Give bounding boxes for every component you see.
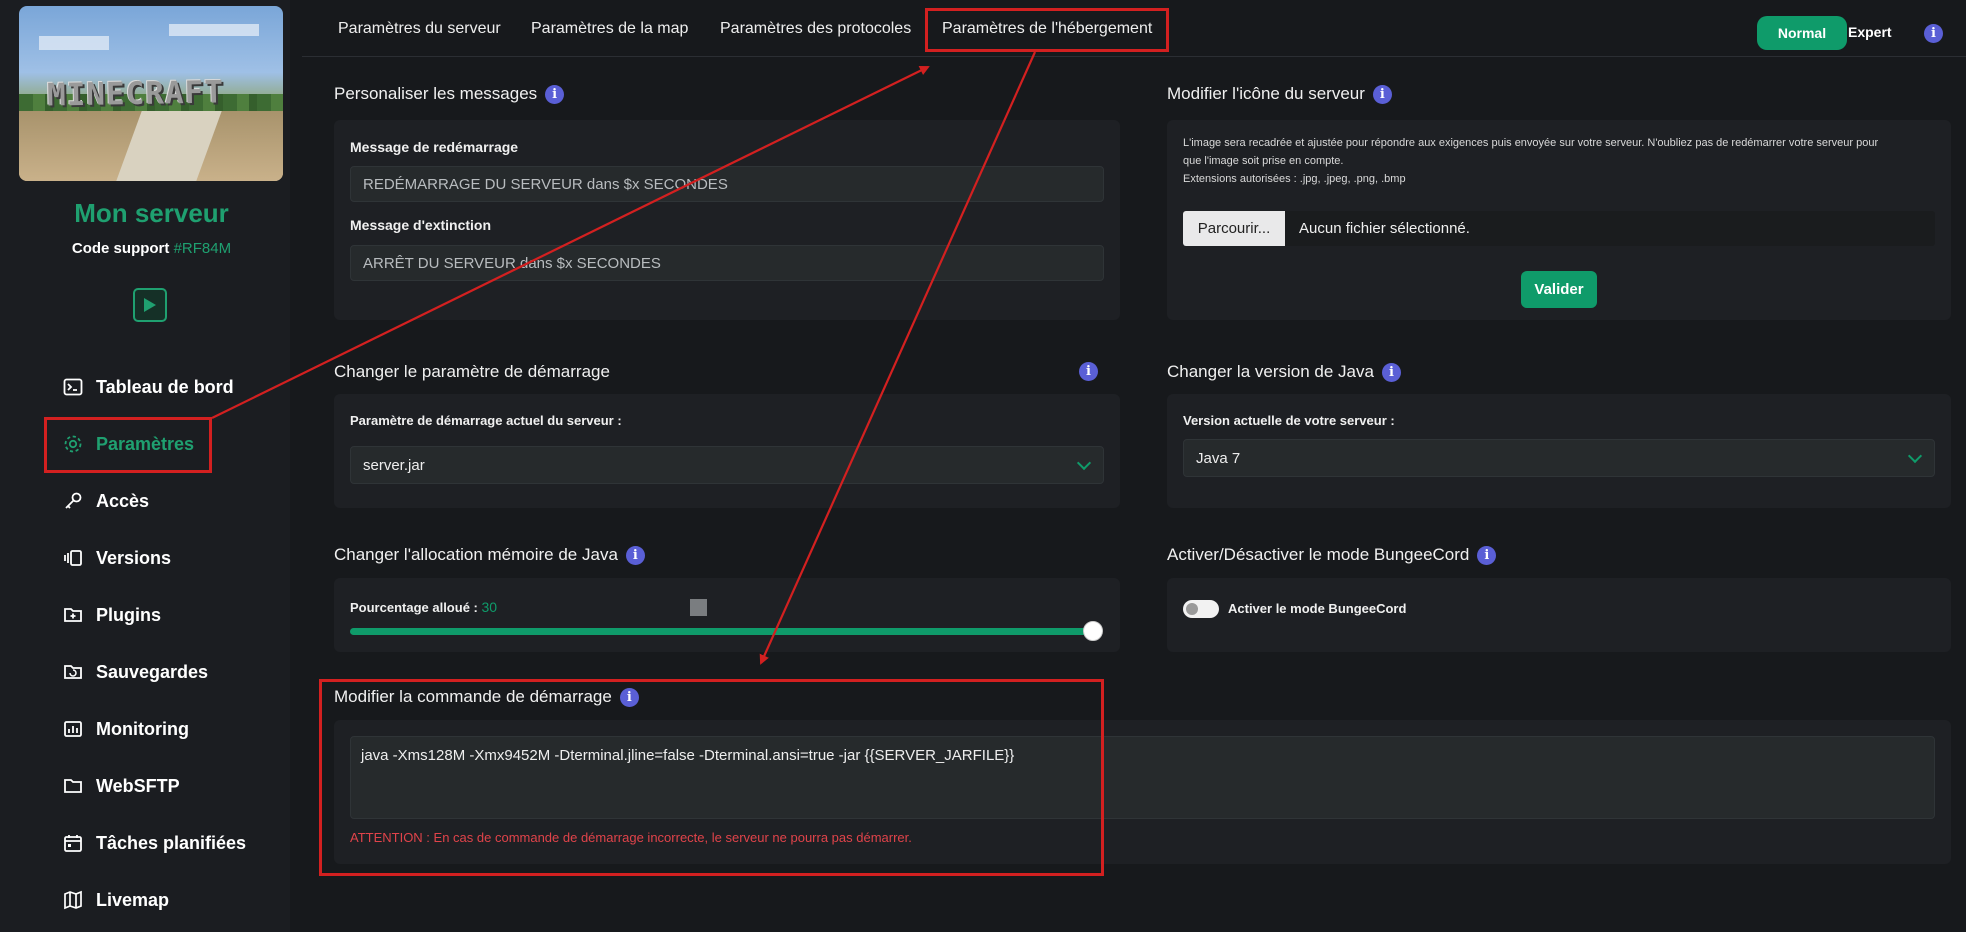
sidebar-item-plugins[interactable]: Plugins xyxy=(44,597,161,633)
bungeecord-toggle[interactable] xyxy=(1183,600,1219,618)
description-line: que l'image soit prise en compte. xyxy=(1183,155,1344,167)
restart-message-label: Message de redémarrage xyxy=(350,139,519,155)
chevron-down-icon xyxy=(1907,448,1923,464)
bungeecord-title-text: Activer/Désactiver le mode BungeeCord xyxy=(1167,545,1470,564)
versions-icon xyxy=(60,545,86,571)
sidebar-item-tableau-de-bord[interactable]: Tableau de bord xyxy=(44,369,234,405)
restart-message-input[interactable]: REDÉMARRAGE DU SERVEUR dans $x SECONDES xyxy=(350,166,1104,202)
sidebar-item-label: Plugins xyxy=(96,604,162,625)
tab-parametres-du-serveur[interactable]: Paramètres du serveur xyxy=(338,20,501,38)
sidebar-item-label: Livemap xyxy=(96,889,170,910)
sidebar-item-acces[interactable]: Accès xyxy=(44,483,149,519)
sidebar-item-monitoring[interactable]: Monitoring xyxy=(44,711,189,747)
sidebar-item-sauvegardes[interactable]: Sauvegardes xyxy=(44,654,208,690)
memory-section-title: Changer l'allocation mémoire de Java i xyxy=(334,545,645,565)
server-banner-image: MINECRAFT xyxy=(19,6,283,181)
server-icon-description: L'image sera recadrée et ajustée pour ré… xyxy=(1183,134,1943,188)
info-icon[interactable]: i xyxy=(1079,362,1098,381)
description-line: L'image sera recadrée et ajustée pour ré… xyxy=(1183,137,1879,149)
plugin-folder-icon xyxy=(60,602,86,628)
java-version-value: Java 7 xyxy=(1196,449,1241,467)
allowed-extensions: Extensions autorisées : .jpg, .jpeg, .pn… xyxy=(1183,173,1406,185)
sidebar-item-label: Tâches planifiées xyxy=(96,832,247,853)
bungeecord-toggle-label: Activer le mode BungeeCord xyxy=(1228,601,1407,616)
startup-param-label: Paramètre de démarrage actuel du serveur… xyxy=(350,413,622,428)
chart-icon xyxy=(60,716,86,742)
calendar-icon xyxy=(60,830,86,856)
java-version-title-text: Changer la version de Java xyxy=(1167,362,1374,381)
support-code-label: Code support xyxy=(71,240,170,257)
sidebar-item-label: Tableau de bord xyxy=(96,376,234,397)
sidebar: MINECRAFT Mon serveur Code support #RF84… xyxy=(0,0,290,932)
terminal-icon xyxy=(60,374,86,400)
bungeecord-section-title: Activer/Désactiver le mode BungeeCord i xyxy=(1167,545,1497,565)
tab-parametres-des-protocoles[interactable]: Paramètres des protocoles xyxy=(720,20,911,38)
server-icon-title-text: Modifier l'icône du serveur xyxy=(1167,84,1365,103)
mode-expert-button[interactable]: Expert xyxy=(1848,24,1892,40)
sidebar-item-label: Sauvegardes xyxy=(96,661,209,682)
startup-param-section-title: Changer le paramètre de démarrage xyxy=(334,362,610,381)
tab-parametres-de-la-map[interactable]: Paramètres de la map xyxy=(531,20,688,38)
mode-normal-button[interactable]: Normal xyxy=(1757,16,1847,50)
memory-title-text: Changer l'allocation mémoire de Java xyxy=(334,545,618,564)
backup-folder-icon xyxy=(60,659,86,685)
sidebar-item-label: WebSFTP xyxy=(96,775,180,796)
support-code-value: #RF84M xyxy=(173,240,232,257)
sidebar-item-websftp[interactable]: WebSFTP xyxy=(44,768,180,804)
sidebar-item-label: Versions xyxy=(96,547,172,568)
info-icon[interactable]: i xyxy=(1924,24,1943,43)
sidebar-item-livemap[interactable]: Livemap xyxy=(44,882,169,918)
start-server-button[interactable] xyxy=(133,288,167,322)
memory-allocated-value: 30 xyxy=(481,599,498,615)
info-icon[interactable]: i xyxy=(1477,545,1497,565)
minecraft-logo: MINECRAFT xyxy=(46,74,225,114)
java-version-select[interactable]: Java 7 xyxy=(1183,439,1935,477)
memory-card xyxy=(334,578,1120,652)
validate-button[interactable]: Valider xyxy=(1521,271,1597,308)
play-icon xyxy=(144,298,156,312)
file-status: Aucun fichier sélectionné. xyxy=(1285,211,1935,246)
sidebar-item-label: Accès xyxy=(96,490,150,511)
messages-title-text: Personaliser les messages xyxy=(334,84,538,103)
slider-marker xyxy=(690,599,707,616)
memory-slider-track[interactable] xyxy=(350,628,1094,635)
memory-label-text: Pourcentage alloué : xyxy=(350,600,478,615)
folder-icon xyxy=(60,773,86,799)
sidebar-item-label: Monitoring xyxy=(96,718,189,739)
info-icon[interactable]: i xyxy=(545,84,565,104)
browse-file-button[interactable]: Parcourir... xyxy=(1183,211,1285,246)
annotation-box-startup-command xyxy=(319,679,1104,876)
server-icon-section-title: Modifier l'icône du serveur i xyxy=(1167,84,1392,104)
sidebar-item-taches-planifiees[interactable]: Tâches planifiées xyxy=(44,825,246,861)
annotation-box-parametres xyxy=(44,417,212,473)
java-version-section-title: Changer la version de Java i xyxy=(1167,362,1401,382)
java-version-label: Version actuelle de votre serveur : xyxy=(1183,413,1395,428)
info-icon[interactable]: i xyxy=(1381,362,1401,382)
support-code: Code support #RF84M xyxy=(0,240,303,257)
annotation-box-hebergement-tab xyxy=(925,8,1169,52)
chevron-down-icon xyxy=(1076,455,1092,471)
key-icon xyxy=(60,488,86,514)
shutdown-message-input[interactable]: ARRÊT DU SERVEUR dans $x SECONDES xyxy=(350,245,1104,281)
startup-param-value: server.jar xyxy=(363,456,425,474)
memory-allocated-label: Pourcentage alloué : 30 xyxy=(350,599,497,615)
map-icon xyxy=(60,887,86,913)
messages-section-title: Personaliser les messages i xyxy=(334,84,565,104)
memory-slider-thumb[interactable] xyxy=(1083,621,1103,641)
startup-param-select[interactable]: server.jar xyxy=(350,446,1104,484)
server-name: Mon serveur xyxy=(74,198,229,228)
info-icon[interactable]: i xyxy=(625,545,645,565)
sidebar-item-versions[interactable]: Versions xyxy=(44,540,171,576)
shutdown-message-label: Message d'extinction xyxy=(350,217,492,233)
info-icon[interactable]: i xyxy=(1372,84,1392,104)
